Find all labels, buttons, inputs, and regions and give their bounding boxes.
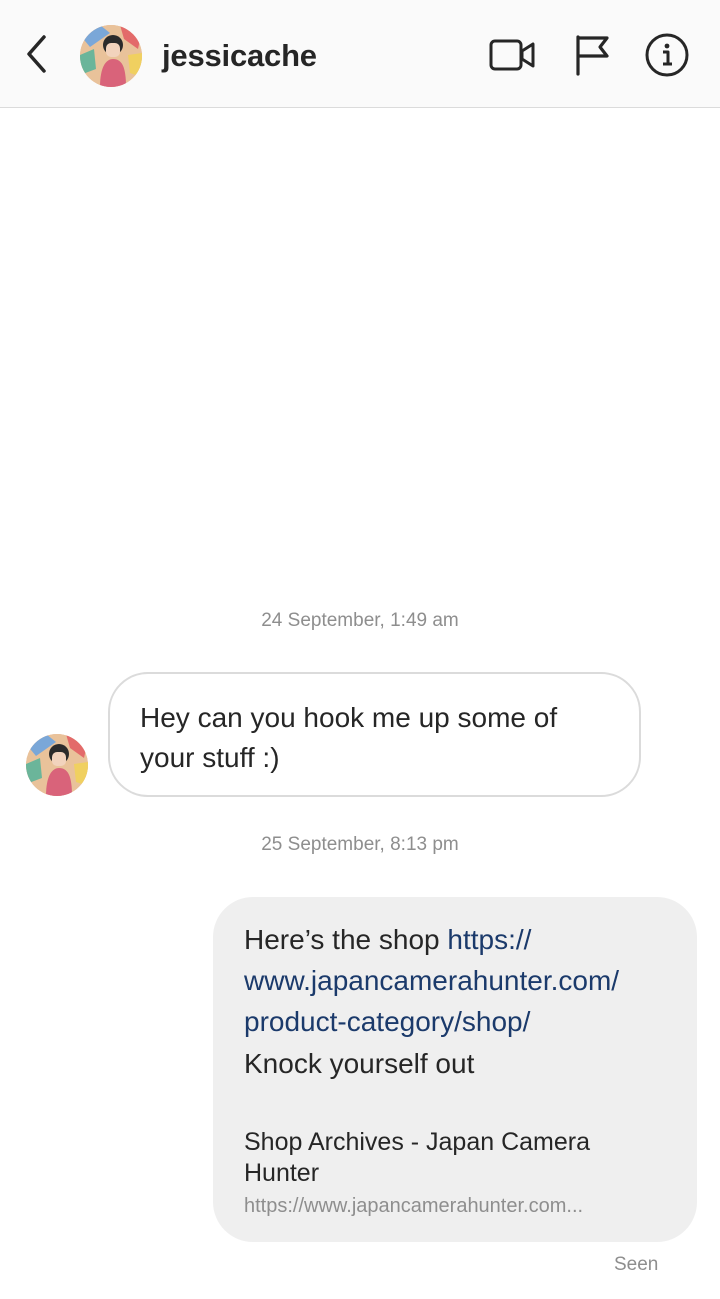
video-call-button[interactable] xyxy=(489,33,537,77)
message-text: Knock yourself out xyxy=(244,1048,475,1079)
outgoing-message-bubble[interactable]: Here’s the shop https://www.japancamerah… xyxy=(213,897,697,1242)
username-title[interactable]: jessicache xyxy=(162,38,317,74)
video-camera-icon xyxy=(489,39,535,71)
message-timestamp: 25 September, 8:13 pm xyxy=(261,834,459,855)
profile-picture xyxy=(26,734,88,796)
seen-status: Seen xyxy=(614,1254,659,1275)
info-circle-icon xyxy=(645,33,689,77)
incoming-message-bubble[interactable]: Hey can you hook me up some of your stuf… xyxy=(108,672,641,797)
flag-icon xyxy=(576,35,609,76)
chevron-left-icon xyxy=(27,35,46,73)
link-preview-url[interactable]: https://www.japancamerahunter.com... xyxy=(244,1193,664,1219)
message-timestamp: 24 September, 1:49 am xyxy=(261,610,459,631)
outgoing-message-text: Here’s the shop https:// www.japancamerah… xyxy=(244,919,667,1042)
back-button[interactable] xyxy=(16,32,56,76)
report-button[interactable] xyxy=(568,33,616,77)
link-text-part: product-category/shop/ xyxy=(244,1006,531,1037)
link-text-part: https:// xyxy=(447,924,532,955)
sender-avatar[interactable] xyxy=(26,734,88,796)
dm-thread-screen: jessicache 24 September, 1:49 am Hey can… xyxy=(0,0,720,1299)
thread-header: jessicache xyxy=(0,0,720,108)
info-button[interactable] xyxy=(643,33,691,77)
profile-picture xyxy=(80,25,142,87)
link-text-part: www.japancamerahunter.com/ xyxy=(244,965,620,996)
message-text: Here’s the shop xyxy=(244,924,448,955)
avatar[interactable] xyxy=(80,25,142,87)
link-preview-title[interactable]: Shop Archives - Japan Camera Hunter xyxy=(244,1127,667,1189)
